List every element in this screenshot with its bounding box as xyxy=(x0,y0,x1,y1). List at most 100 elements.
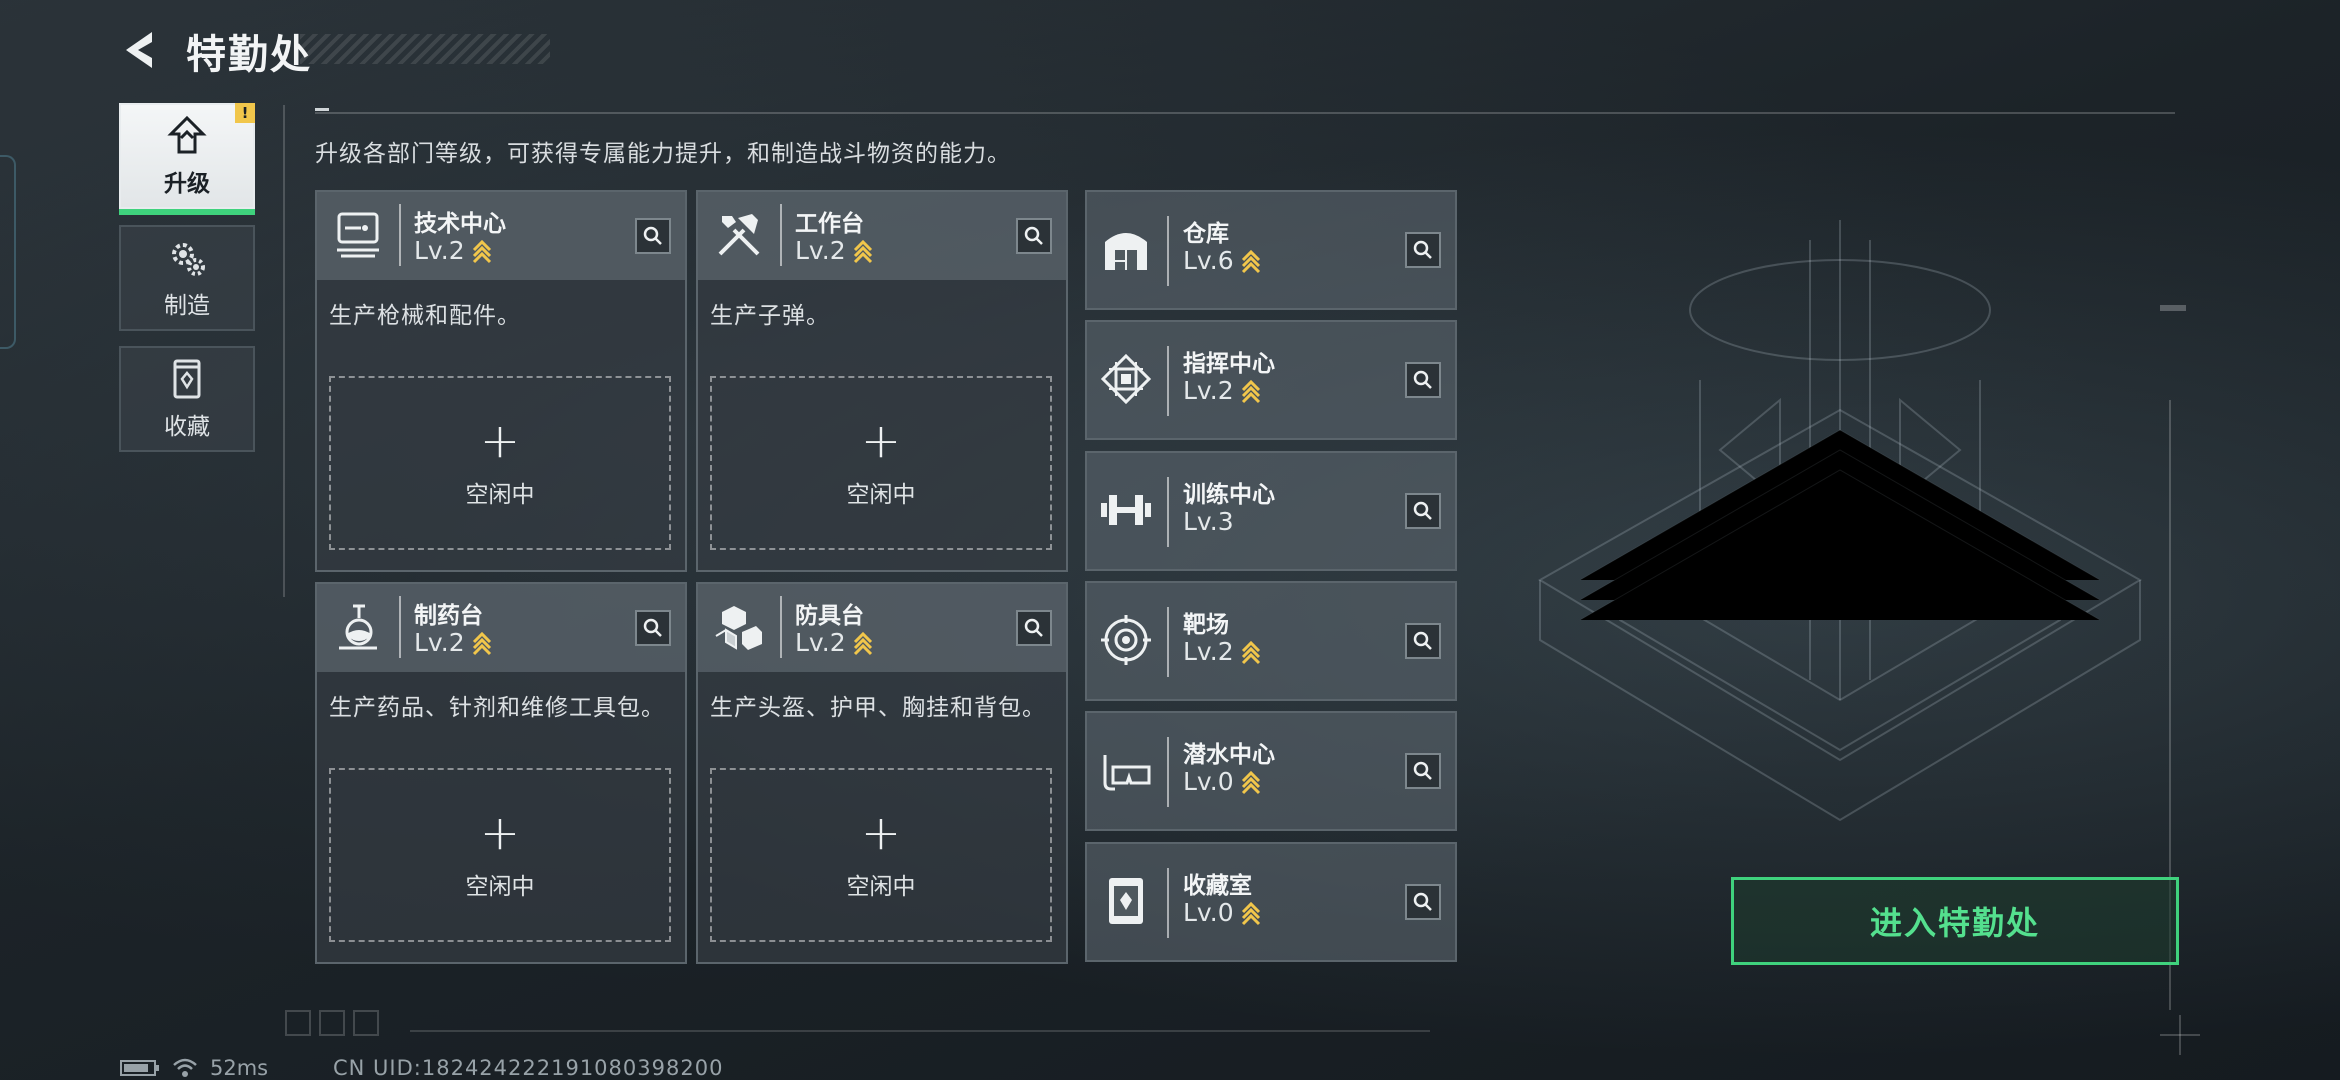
level-text: Lv.0 xyxy=(1183,898,1234,927)
base-wireframe-illustration xyxy=(1538,220,2142,822)
department-level: Lv.0 xyxy=(1183,767,1262,796)
level-text: Lv.2 xyxy=(795,628,846,657)
card-header: 工作台 Lv.2 xyxy=(698,192,1066,280)
title-stripes-decoration xyxy=(300,34,550,64)
department-description: 生产枪械和配件。 xyxy=(329,303,521,329)
target-icon xyxy=(1101,615,1151,665)
department-card-tech-center[interactable]: 技术中心 Lv.2 生产枪械和配件。 + 空闲中 xyxy=(315,190,687,572)
upgrade-available-icon xyxy=(1241,249,1260,273)
department-description: 生产子弹。 xyxy=(710,303,830,329)
card-separator xyxy=(399,204,401,266)
tab-craft-label: 制造 xyxy=(164,293,210,319)
enter-special-ops-button[interactable]: 进入特勤处 xyxy=(1731,877,2179,965)
add-icon: + xyxy=(860,805,902,861)
back-arrow-icon xyxy=(126,32,152,68)
level-text: Lv.0 xyxy=(1183,767,1234,796)
user-uid: CN UID:1824242221910803982​00 xyxy=(333,1056,724,1080)
department-name: 指挥中心 xyxy=(1183,351,1275,377)
upgrade-available-icon xyxy=(472,239,491,263)
inspect-button[interactable] xyxy=(635,218,671,254)
footer-decoration xyxy=(285,1010,379,1036)
dumbbell-icon xyxy=(1101,495,1151,525)
department-card-armor-bench[interactable]: 防具台 Lv.2 生产头盔、护甲、胸挂和背包。 + 空闲中 xyxy=(696,582,1068,964)
command-center-icon xyxy=(1100,353,1152,405)
search-icon xyxy=(1413,240,1432,259)
inspect-button[interactable] xyxy=(1016,218,1052,254)
search-icon xyxy=(1024,618,1043,637)
status-bar: 52ms xyxy=(120,1056,268,1080)
department-card-warehouse[interactable]: 仓库 Lv.6 xyxy=(1085,190,1457,310)
search-icon xyxy=(1413,501,1432,520)
wifi-icon xyxy=(173,1058,197,1077)
upgrade-icon xyxy=(167,115,207,154)
production-slot[interactable]: + 空闲中 xyxy=(710,768,1052,942)
department-level: Lv.3 xyxy=(1183,507,1234,536)
department-name: 靶场 xyxy=(1183,612,1229,638)
department-name: 制药台 xyxy=(414,603,483,629)
department-card-workbench[interactable]: 工作台 Lv.2 生产子弹。 + 空闲中 xyxy=(696,190,1068,572)
department-name: 收藏室 xyxy=(1183,873,1252,899)
divider-horizontal xyxy=(315,112,2175,114)
diving-mask-icon xyxy=(1103,755,1151,791)
card-separator xyxy=(1167,868,1169,938)
tech-center-icon xyxy=(337,212,379,258)
battery-icon xyxy=(120,1060,159,1076)
inspect-button[interactable] xyxy=(1405,623,1441,659)
back-button[interactable] xyxy=(118,26,166,74)
warehouse-icon xyxy=(1105,233,1147,270)
production-slot[interactable]: + 空闲中 xyxy=(329,376,671,550)
side-edge-tab[interactable] xyxy=(0,155,16,349)
upgrade-available-icon xyxy=(1241,640,1260,664)
slot-status: 空闲中 xyxy=(465,482,535,508)
tab-craft[interactable]: 制造 xyxy=(119,225,255,331)
level-text: Lv.2 xyxy=(795,236,846,265)
upgrade-available-icon xyxy=(853,239,872,263)
inspect-button[interactable] xyxy=(1405,232,1441,268)
divider-vertical xyxy=(283,105,285,597)
inspect-button[interactable] xyxy=(1016,610,1052,646)
upgrade-available-icon xyxy=(1241,770,1260,794)
slot-status: 空闲中 xyxy=(846,874,916,900)
department-card-diving-center[interactable]: 潜水中心 Lv.0 xyxy=(1085,711,1457,831)
inspect-button[interactable] xyxy=(635,610,671,646)
production-slot[interactable]: + 空闲中 xyxy=(329,768,671,942)
department-card-command-center[interactable]: 指挥中心 Lv.2 xyxy=(1085,320,1457,440)
inspect-button[interactable] xyxy=(1405,493,1441,529)
inspect-button[interactable] xyxy=(1405,753,1441,789)
search-icon xyxy=(1413,892,1432,911)
card-separator xyxy=(399,596,401,658)
search-icon xyxy=(643,226,662,245)
collection-case-icon xyxy=(173,359,201,399)
department-name: 工作台 xyxy=(795,211,864,237)
inspect-button[interactable] xyxy=(1405,362,1441,398)
upgrade-available-icon xyxy=(1241,379,1260,403)
card-separator xyxy=(1167,607,1169,677)
department-card-collection-room[interactable]: 收藏室 Lv.0 xyxy=(1085,842,1457,962)
department-card-training-center[interactable]: 训练中心 Lv.3 xyxy=(1085,451,1457,571)
tab-collection[interactable]: 收藏 xyxy=(119,346,255,452)
upgrade-available-icon xyxy=(472,631,491,655)
card-separator xyxy=(780,204,782,266)
department-level: Lv.2 xyxy=(795,236,874,265)
page-description: 升级各部门等级，可获得专属能力提升，和制造战斗物资的能力。 xyxy=(315,141,1011,167)
production-slot[interactable]: + 空闲中 xyxy=(710,376,1052,550)
search-icon xyxy=(1413,631,1432,650)
armor-bench-icon xyxy=(715,606,762,650)
search-icon xyxy=(1413,761,1432,780)
search-icon xyxy=(643,618,662,637)
department-level: Lv.2 xyxy=(414,628,493,657)
department-card-pharmacy[interactable]: 制药台 Lv.2 生产药品、针剂和维修工具包。 + 空闲中 xyxy=(315,582,687,964)
card-header: 技术中心 Lv.2 xyxy=(317,192,685,280)
department-name: 仓库 xyxy=(1183,221,1229,247)
inspect-button[interactable] xyxy=(1405,884,1441,920)
department-level: Lv.2 xyxy=(1183,637,1262,666)
tab-upgrade[interactable]: ! 升级 xyxy=(119,103,255,215)
department-level: Lv.6 xyxy=(1183,246,1262,275)
department-level: Lv.2 xyxy=(795,628,874,657)
level-text: Lv.2 xyxy=(414,628,465,657)
department-name: 训练中心 xyxy=(1183,482,1275,508)
search-icon xyxy=(1024,226,1043,245)
search-icon xyxy=(1413,370,1432,389)
department-card-shooting-range[interactable]: 靶场 Lv.2 xyxy=(1085,581,1457,701)
level-text: Lv.3 xyxy=(1183,507,1234,536)
